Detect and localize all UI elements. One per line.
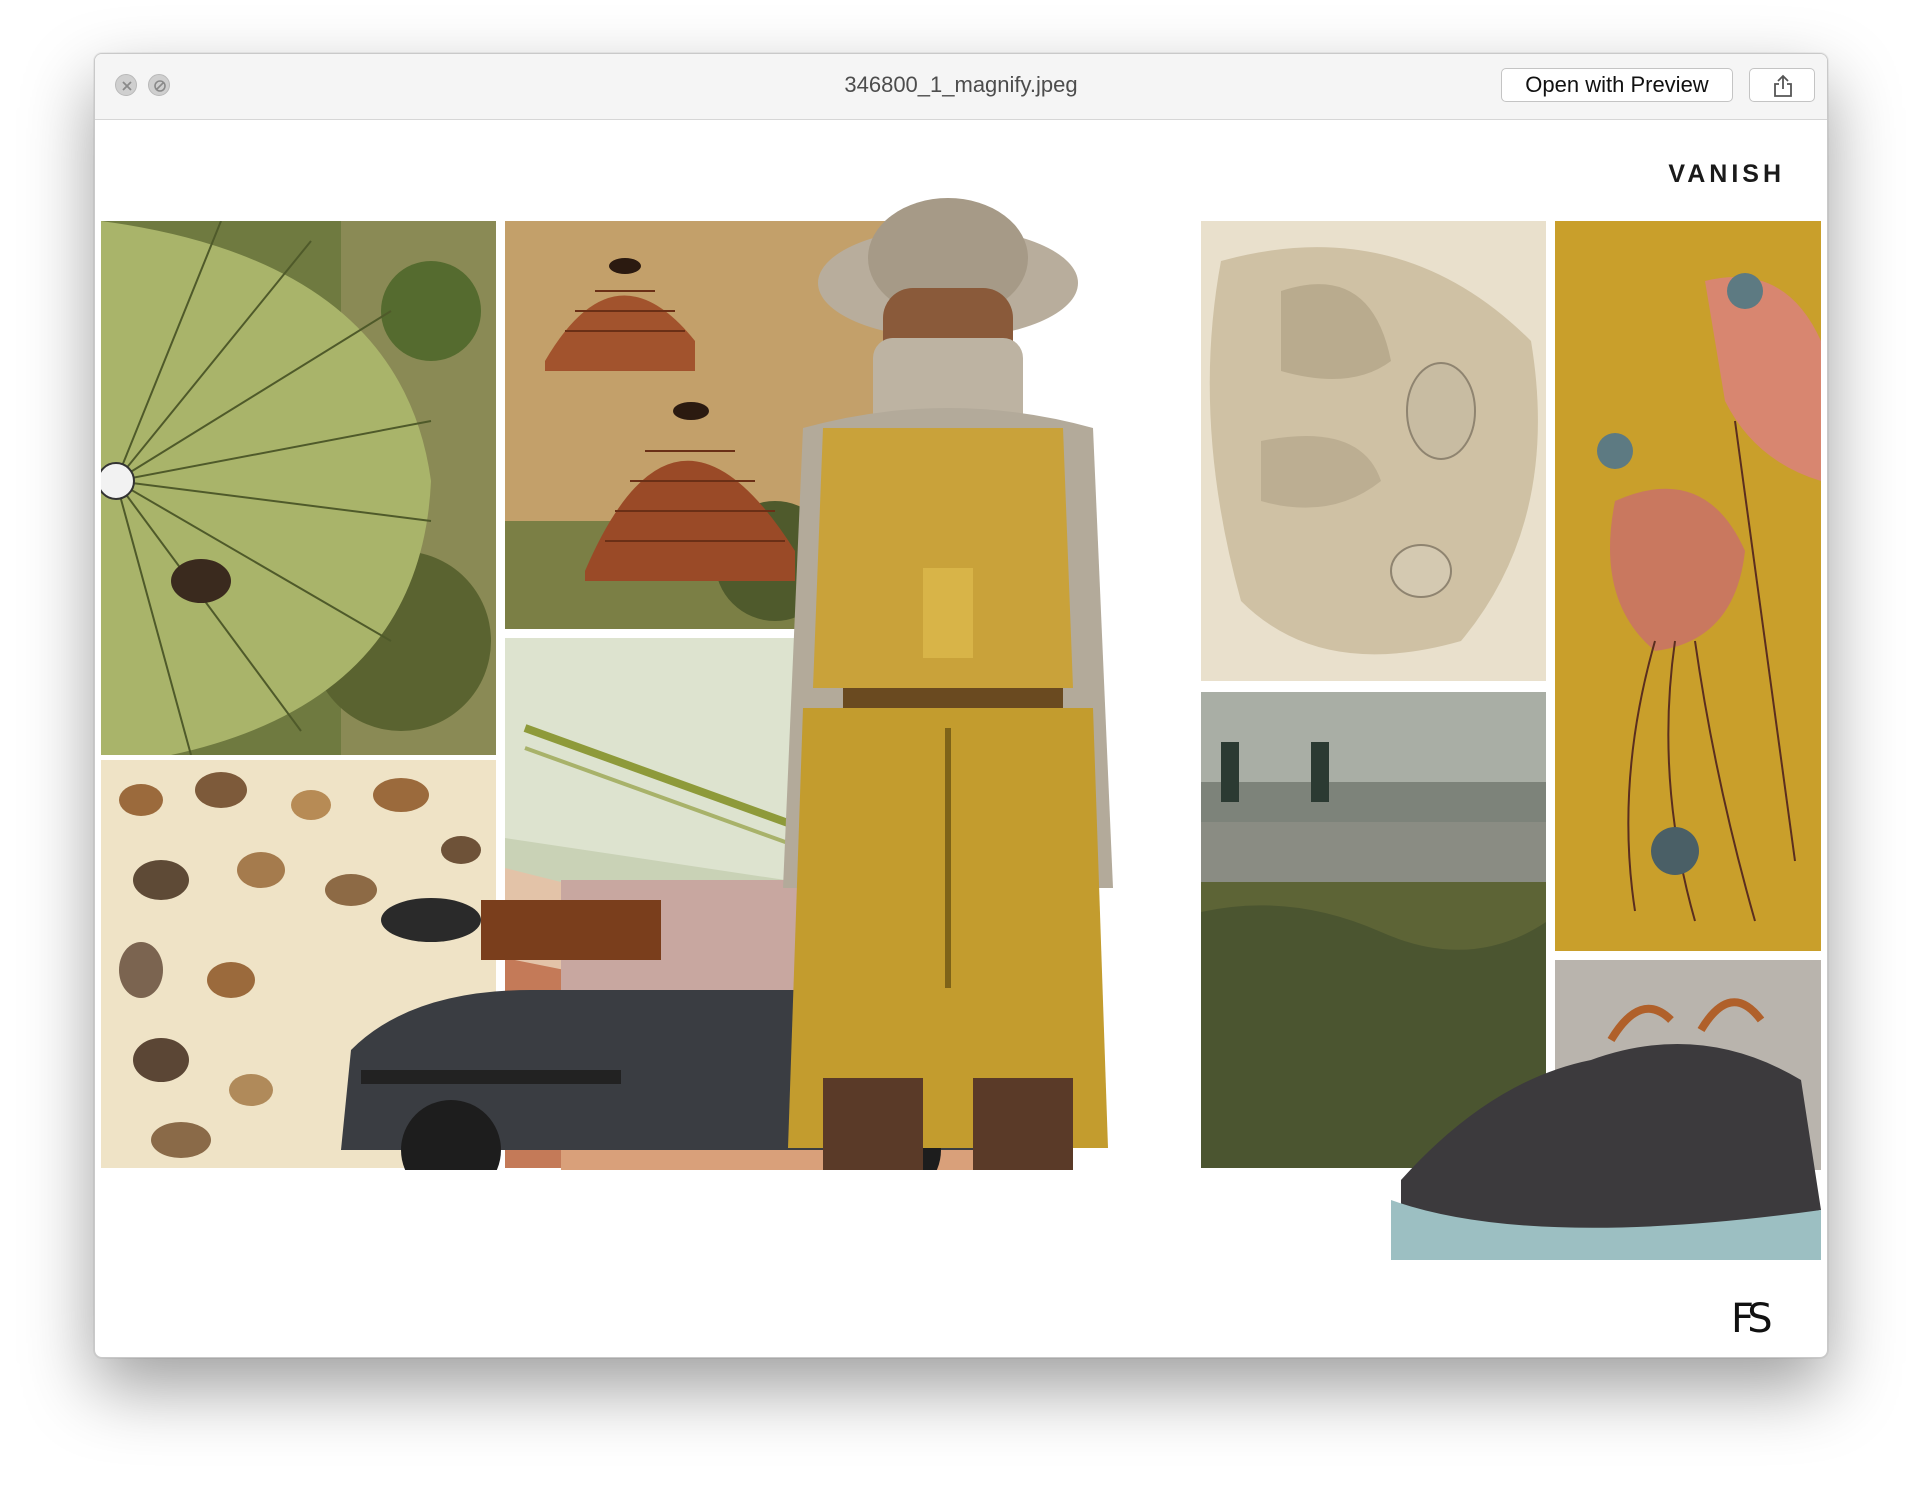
model-figure <box>763 188 1133 1170</box>
brand-heading: VANISH <box>1668 160 1785 188</box>
image-canvas: VANISH FS <box>101 120 1821 1351</box>
ceramic-forms-panel <box>1201 221 1546 681</box>
parachute-panel <box>101 221 496 755</box>
share-button[interactable] <box>1749 68 1815 102</box>
preview-window: 346800_1_magnify.jpeg Open with Preview … <box>94 53 1828 1358</box>
flowers-hands-panel <box>1555 221 1821 951</box>
open-with-preview-button[interactable]: Open with Preview <box>1501 68 1733 102</box>
title-bar[interactable]: 346800_1_magnify.jpeg Open with Preview <box>95 54 1827 120</box>
fs-logo: FS <box>1731 1296 1773 1342</box>
share-icon <box>1774 74 1792 97</box>
sneaker-panel <box>1371 960 1821 1270</box>
